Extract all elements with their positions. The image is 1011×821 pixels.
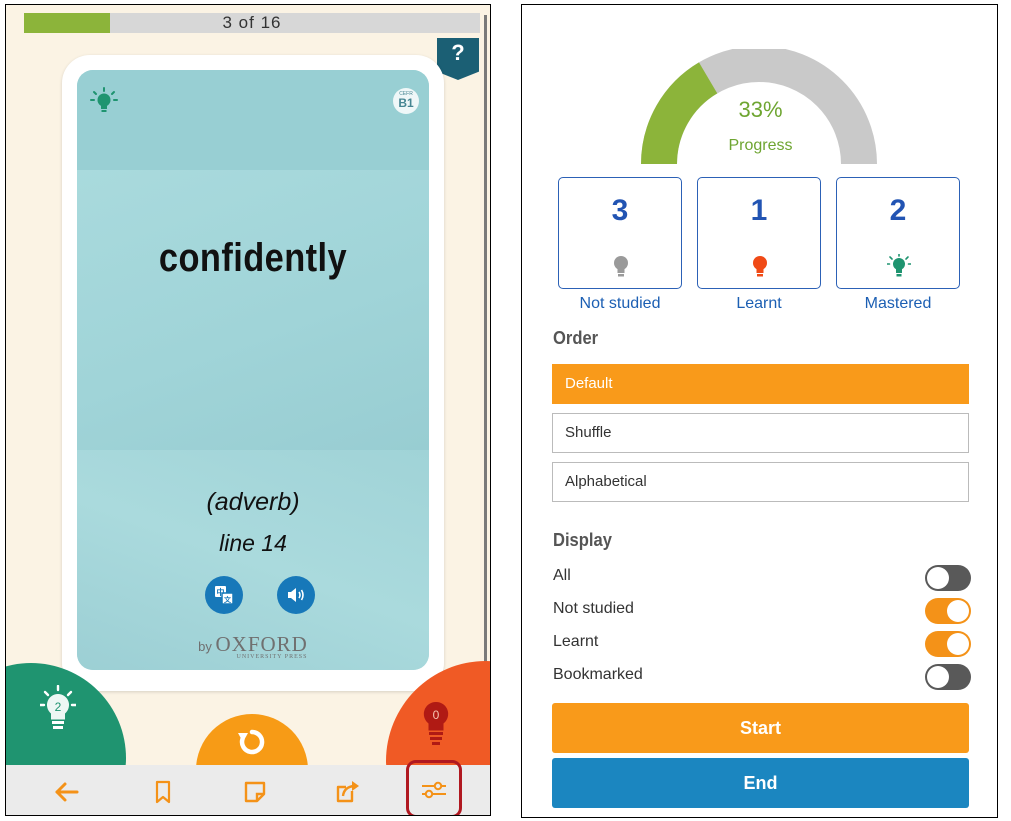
bookmark-icon[interactable]: [148, 777, 178, 807]
toggle-learnt[interactable]: [925, 631, 971, 657]
toggle-knob: [927, 567, 949, 589]
scrollbar[interactable]: [484, 15, 487, 725]
card-facet: [77, 70, 429, 170]
order-option-default[interactable]: Default: [552, 364, 969, 404]
mastered-count: 2: [55, 700, 62, 714]
toggle-knob: [947, 633, 969, 655]
display-label: Bookmarked: [553, 666, 643, 683]
stat-not-studied[interactable]: 3: [558, 177, 682, 289]
stat-count: 3: [611, 194, 629, 227]
stat-count: 1: [750, 194, 768, 227]
order-heading: Order: [553, 328, 599, 348]
flashcard-screen: 3 of 16 ? CEFR B1 confidently (adverb) l…: [5, 4, 491, 816]
publisher-by: by: [198, 639, 212, 654]
help-icon: ?: [451, 40, 465, 65]
display-label: Not studied: [553, 600, 634, 617]
lightbulb-icon: [90, 87, 118, 112]
card-facet: [77, 170, 429, 450]
svg-text:文: 文: [224, 595, 232, 604]
bottom-toolbar: [6, 760, 490, 815]
share-icon[interactable]: [332, 777, 362, 807]
learnt-count: 0: [433, 708, 440, 722]
order-option-shuffle[interactable]: Shuffle: [552, 413, 969, 453]
lightbulb-icon: [753, 256, 767, 277]
display-row-all: All: [553, 562, 971, 592]
study-settings-panel: 33% Progress 3 1 2 Not studied Learnt Ma…: [521, 4, 998, 818]
publisher-logo: OXFORD: [215, 632, 308, 656]
stat-count: 2: [889, 194, 907, 227]
end-button[interactable]: End: [552, 758, 969, 808]
learnt-bulb-icon: 0: [423, 701, 449, 745]
display-heading: Display: [553, 530, 612, 550]
translate-button[interactable]: 中 文: [205, 576, 243, 614]
cefr-level: B1: [398, 96, 414, 110]
stat-label-learnt: Learnt: [736, 295, 782, 312]
lightbulb-icon: [614, 256, 628, 277]
stat-label-mastered: Mastered: [864, 295, 932, 312]
display-row-not-studied: Not studied: [553, 595, 971, 625]
order-option-alphabetical[interactable]: Alphabetical: [552, 462, 969, 502]
settings-sliders-icon: [422, 781, 446, 799]
flashcard-face: CEFR B1 confidently (adverb) line 14 中 文: [77, 70, 429, 670]
display-row-bookmarked: Bookmarked: [553, 661, 971, 691]
mastered-bulb-icon: 2: [40, 685, 76, 729]
lightbulb-icon: [887, 254, 911, 277]
refresh-icon: [238, 729, 265, 755]
cefr-level-badge: CEFR B1: [393, 88, 419, 114]
settings-button-highlight[interactable]: [406, 760, 462, 815]
progress-percentage: 33%: [738, 97, 783, 122]
back-arrow-icon[interactable]: [52, 777, 82, 807]
translate-icon: 中 文: [215, 586, 234, 605]
start-button[interactable]: Start: [552, 703, 969, 753]
progress-label: Progress: [728, 137, 793, 154]
toggle-not-studied[interactable]: [925, 598, 971, 624]
line-reference: line 14: [219, 530, 287, 556]
toggle-knob: [927, 666, 949, 688]
flashcard[interactable]: CEFR B1 confidently (adverb) line 14 中 文: [62, 55, 444, 691]
toggle-all[interactable]: [925, 565, 971, 591]
stat-learnt[interactable]: 1: [697, 177, 821, 289]
display-label: Learnt: [553, 633, 599, 650]
speaker-icon: [288, 588, 304, 602]
toggle-knob: [947, 600, 969, 622]
help-button[interactable]: ?: [437, 38, 479, 80]
flashcard-word: confidently: [158, 236, 348, 280]
part-of-speech: (adverb): [206, 488, 300, 516]
display-row-learnt: Learnt: [553, 628, 971, 658]
stat-label-not-studied: Not studied: [579, 295, 661, 312]
toggle-bookmarked[interactable]: [925, 664, 971, 690]
audio-button[interactable]: [277, 576, 315, 614]
note-icon[interactable]: [240, 777, 270, 807]
progress-counter: 3 of 16: [222, 13, 282, 32]
publisher-subtitle: UNIVERSITY PRESS: [236, 654, 308, 660]
display-label: All: [553, 567, 571, 584]
stat-mastered[interactable]: 2: [836, 177, 960, 289]
progress-bar: 3 of 16: [24, 13, 480, 33]
